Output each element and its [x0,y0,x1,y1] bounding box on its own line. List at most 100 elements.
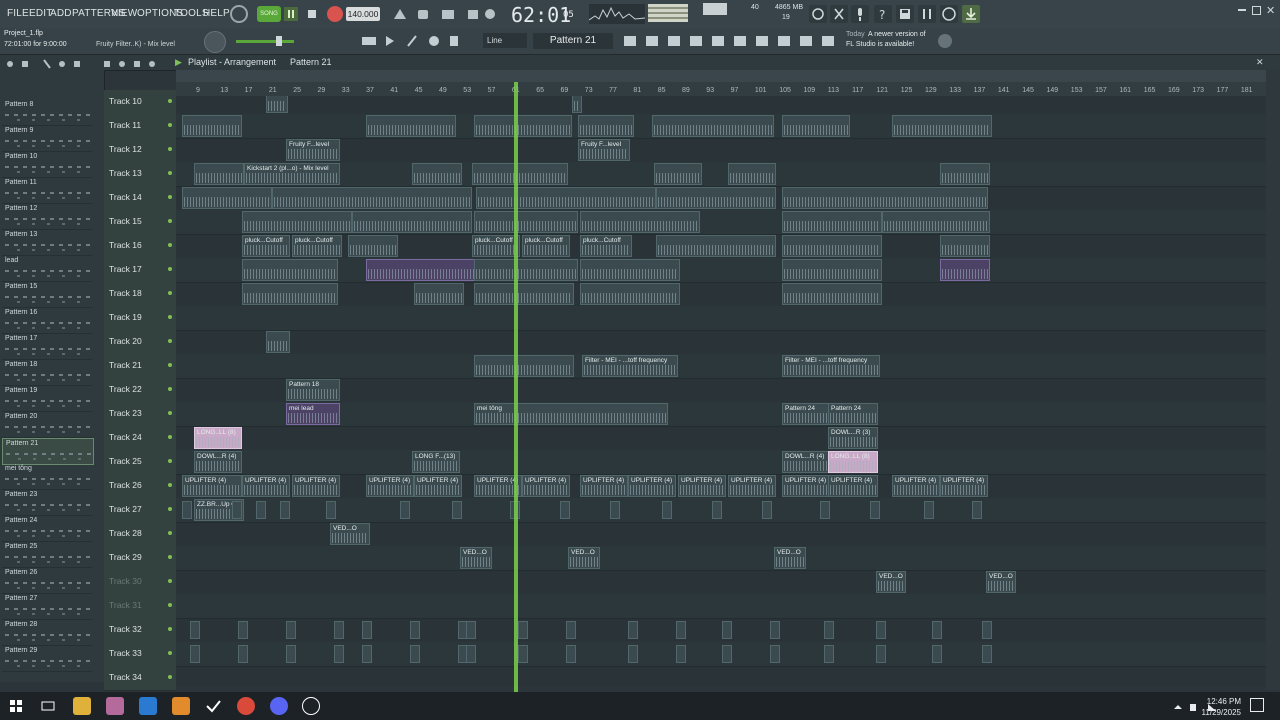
automation-marker[interactable] [182,501,192,519]
playlist-lane[interactable] [176,450,1266,475]
pattern-item[interactable]: Pattern 21 [2,438,94,465]
automation-marker[interactable] [400,501,410,519]
pattern-item[interactable]: Pattern 10 [2,152,92,178]
track-header[interactable]: Track 25 [104,450,176,475]
track-header[interactable]: Track 29 [104,546,176,571]
track-mute-led[interactable] [168,651,172,655]
track-header[interactable]: Track 33 [104,642,176,667]
playlist-clip[interactable] [580,211,700,233]
playlist-clip[interactable] [266,331,290,353]
automation-marker[interactable] [628,645,638,663]
chrome-icon[interactable] [237,697,255,715]
automation-marker[interactable] [452,501,462,519]
playlist-clip[interactable] [366,259,476,281]
track-mute-led[interactable] [168,123,172,127]
automation-marker[interactable] [722,621,732,639]
playlist-clip[interactable] [656,187,776,209]
automation-marker[interactable] [876,621,886,639]
vertical-scrollbar[interactable] [1266,70,1280,690]
automation-marker[interactable] [410,621,420,639]
playlist-clip[interactable]: pluck...Cutoff [522,235,570,257]
pattern-item[interactable]: Pattern 9 [2,126,92,152]
playlist-clip[interactable]: DOWL...R (4) [782,451,830,473]
track-header[interactable]: Track 34 [104,666,176,691]
pattern-select[interactable]: Pattern 21 [533,33,613,49]
pattern-item[interactable]: Pattern 28 [2,620,92,646]
mic-button[interactable] [851,5,869,23]
song-mode-toggle[interactable]: SONG [257,6,281,22]
automation-marker[interactable] [712,501,722,519]
track-header[interactable]: Track 11 [104,114,176,139]
automation-marker[interactable] [466,621,476,639]
playlist-lane[interactable] [176,426,1266,451]
horizontal-scrollbar[interactable] [176,70,1266,82]
notifications-icon[interactable] [1250,698,1264,712]
tempo-display[interactable]: 140.000 [346,7,380,21]
playlist-clip[interactable]: VED...O [774,547,806,569]
playhead[interactable] [514,82,518,692]
playlist-clip[interactable] [580,283,680,305]
track-mute-led[interactable] [168,627,172,631]
automation-marker[interactable] [824,621,834,639]
automation-marker[interactable] [566,645,576,663]
playlist-clip[interactable] [782,235,882,257]
minimize-icon[interactable] [1238,9,1246,11]
playlist-clip[interactable]: Pattern 24 [828,403,878,425]
playlist-clip[interactable]: VED...O [330,523,370,545]
playlist-clip[interactable] [242,283,338,305]
playlist-lane[interactable] [176,666,1266,686]
playlist-clip[interactable]: UPLIFTER (4) [522,475,570,497]
playlist-clip[interactable] [572,96,582,113]
playlist-clip[interactable] [414,283,464,305]
slider-handle[interactable] [276,36,282,46]
record-button[interactable] [327,6,343,22]
master-volume-knob[interactable] [204,31,226,53]
automation-marker[interactable] [676,621,686,639]
playlist-clip[interactable]: UPLIFTER (4) [182,475,242,497]
automation-marker[interactable] [820,501,830,519]
automation-marker[interactable] [932,645,942,663]
start-button[interactable] [7,697,25,715]
tempo-dial-icon[interactable] [230,5,248,23]
track-header[interactable]: Track 18 [104,282,176,307]
playlist-clip[interactable] [194,163,244,185]
playlist-clip[interactable] [782,211,882,233]
playlist-clip[interactable] [940,235,990,257]
playlist-clip[interactable] [272,187,472,209]
menu-help[interactable]: HELP [203,8,230,19]
playlist-lane[interactable] [176,594,1266,619]
playlist-clip[interactable] [474,259,578,281]
playlist-clip[interactable] [474,283,574,305]
menu-add[interactable]: ADD [50,8,72,19]
track-mute-led[interactable] [168,555,172,559]
playlist-clip[interactable]: Fruity F...level [286,139,340,161]
pattern-item[interactable]: Pattern 20 [2,412,92,438]
automation-marker[interactable] [676,645,686,663]
automation-marker[interactable] [762,501,772,519]
pattern-item[interactable]: Pattern 18 [2,360,92,386]
playlist-clip[interactable] [580,259,680,281]
track-header[interactable]: Track 26 [104,474,176,499]
track-header[interactable]: Track 28 [104,522,176,547]
playlist-clip[interactable]: Fruity F...level [578,139,630,161]
playlist-clip[interactable]: Pattern 18 [286,379,340,401]
track-header[interactable]: Track 20 [104,330,176,355]
news-line-2[interactable]: A newer version of [868,31,926,38]
taskbar-date[interactable]: 11/29/2025 [1196,708,1241,717]
playlist-clip[interactable] [412,163,462,185]
track-mute-led[interactable] [168,411,172,415]
playlist-clip[interactable] [242,211,352,233]
playlist-clip[interactable] [882,211,990,233]
playlist-lane[interactable] [176,570,1266,595]
track-header[interactable]: Track 14 [104,186,176,211]
pattern-item[interactable]: Pattern 13 [2,230,92,256]
track-mute-led[interactable] [168,483,172,487]
pattern-item[interactable]: Pattern 8 [2,100,92,126]
file-explorer-icon[interactable] [73,697,91,715]
chat-button[interactable] [940,5,958,23]
track-mute-led[interactable] [168,531,172,535]
pattern-item[interactable]: Pattern 16 [2,308,92,334]
playlist-lane[interactable] [176,306,1266,331]
track-header[interactable]: Track 12 [104,138,176,163]
playlist-clip[interactable]: DOWL...R (4) [194,451,242,473]
